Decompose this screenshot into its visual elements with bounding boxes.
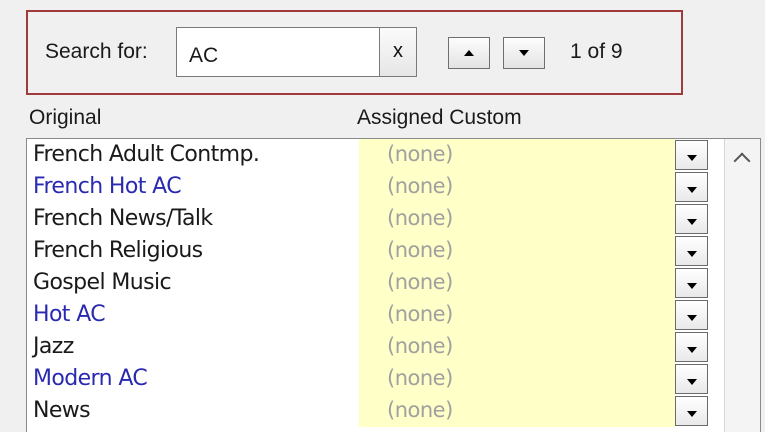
dropdown-button[interactable] — [675, 236, 708, 266]
original-name: Hot AC — [33, 302, 106, 327]
assigned-custom-select[interactable]: (none) — [359, 363, 675, 395]
original-name: Jazz — [33, 334, 74, 359]
scroll-up-button[interactable] — [725, 139, 760, 179]
assigned-custom-value: (none) — [387, 206, 453, 230]
chevron-down-icon — [686, 282, 697, 289]
previous-match-button[interactable] — [448, 37, 490, 69]
search-assign-panel: Search for: x 1 of 9 Original Assigned C… — [0, 0, 765, 432]
dropdown-button[interactable] — [675, 204, 708, 234]
assigned-custom-value: (none) — [387, 142, 453, 166]
clear-search-button[interactable]: x — [379, 27, 417, 77]
search-input[interactable] — [176, 27, 380, 77]
dropdown-button[interactable] — [675, 332, 708, 362]
arrow-up-icon — [464, 50, 474, 56]
next-match-button[interactable] — [503, 37, 545, 69]
chevron-down-icon — [686, 314, 697, 321]
dropdown-button[interactable] — [675, 396, 708, 426]
assigned-custom-select[interactable]: (none) — [359, 395, 675, 427]
chevron-down-icon — [686, 186, 697, 193]
assigned-custom-value: (none) — [387, 398, 453, 422]
match-counter: 1 of 9 — [570, 40, 623, 63]
assigned-custom-select[interactable]: (none) — [359, 235, 675, 267]
chevron-down-icon — [686, 154, 697, 161]
assigned-custom-value: (none) — [387, 270, 453, 294]
dropdown-button[interactable] — [675, 172, 708, 202]
original-name: Modern AC — [33, 366, 148, 391]
list-row[interactable]: Hot AC (none) — [27, 299, 708, 331]
assigned-custom-select[interactable]: (none) — [359, 299, 675, 331]
list-row[interactable]: French Adult Contmp. (none) — [27, 139, 708, 171]
chevron-up-icon — [733, 152, 751, 170]
assigned-custom-value: (none) — [387, 366, 453, 390]
chevron-down-icon — [686, 410, 697, 417]
assigned-custom-value: (none) — [387, 334, 453, 358]
assigned-custom-select[interactable]: (none) — [359, 171, 675, 203]
list-row[interactable]: French Hot AC (none) — [27, 171, 708, 203]
assigned-custom-value: (none) — [387, 238, 453, 262]
original-name: Gospel Music — [33, 270, 172, 295]
format-list: French Adult Contmp. (none) French Hot AC (… — [26, 138, 761, 432]
chevron-down-icon — [686, 346, 697, 353]
original-name: News — [33, 398, 91, 423]
dropdown-button[interactable] — [675, 140, 708, 170]
original-name: French Hot AC — [33, 174, 182, 199]
assigned-custom-value: (none) — [387, 302, 453, 326]
arrow-down-icon — [519, 50, 529, 56]
search-label: Search for: — [45, 40, 148, 63]
assigned-custom-select[interactable]: (none) — [359, 331, 675, 363]
dropdown-button[interactable] — [675, 300, 708, 330]
list-row[interactable]: Modern AC (none) — [27, 363, 708, 395]
assigned-custom-value: (none) — [387, 174, 453, 198]
list-row[interactable]: Gospel Music (none) — [27, 267, 708, 299]
assigned-custom-select[interactable]: (none) — [359, 267, 675, 299]
chevron-down-icon — [686, 250, 697, 257]
column-header-original: Original — [29, 106, 102, 129]
original-name: French News/Talk — [33, 206, 213, 231]
list-row[interactable]: News (none) — [27, 395, 708, 427]
chevron-down-icon — [686, 378, 697, 385]
list-row[interactable]: Jazz (none) — [27, 331, 708, 363]
vertical-scrollbar[interactable] — [724, 139, 760, 432]
assigned-custom-select[interactable]: (none) — [359, 203, 675, 235]
list-row[interactable]: French Religious (none) — [27, 235, 708, 267]
chevron-down-icon — [686, 218, 697, 225]
original-name: French Adult Contmp. — [33, 142, 260, 167]
list-row[interactable]: French News/Talk (none) — [27, 203, 708, 235]
dropdown-button[interactable] — [675, 364, 708, 394]
assigned-custom-select[interactable]: (none) — [359, 139, 675, 171]
dropdown-button[interactable] — [675, 268, 708, 298]
original-name: French Religious — [33, 238, 203, 263]
column-header-assigned-custom: Assigned Custom — [357, 106, 522, 129]
